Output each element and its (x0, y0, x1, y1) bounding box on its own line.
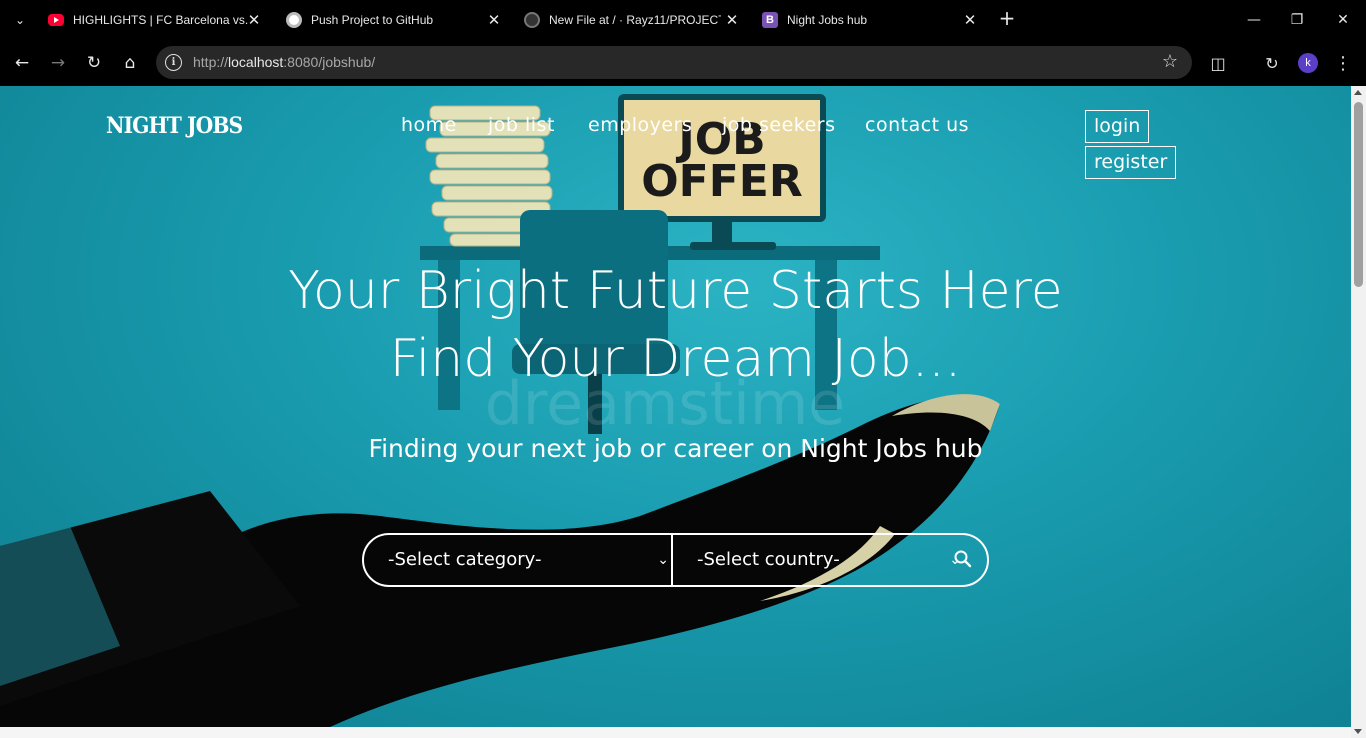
monitor-base (690, 242, 776, 250)
menu-kebab-icon[interactable]: ⋮ (1332, 50, 1354, 76)
page-viewport: JOB OFFER dreamstime NIGHT JOBS home job… (0, 86, 1351, 738)
close-icon[interactable]: ✕ (960, 10, 980, 30)
job-search-form: -Select category- ⌄ -Select country- ⌄ (362, 533, 989, 587)
tab-chatgpt[interactable]: Push Project to GitHub ✕ (286, 4, 504, 36)
tab-youtube[interactable]: HIGHLIGHTS | FC Barcelona vs. I ✕ (48, 4, 264, 36)
url-path: :8080/jobshub/ (283, 54, 376, 70)
extension-sync-icon[interactable]: ↻ (1259, 50, 1285, 76)
hero-background: JOB OFFER dreamstime (0, 86, 1351, 727)
country-select[interactable]: -Select country- ⌄ (673, 535, 961, 585)
address-bar[interactable]: i http://localhost:8080/jobshub/ ☆ (156, 46, 1192, 79)
search-icon[interactable] (953, 549, 973, 569)
tab-title: Night Jobs hub (787, 13, 868, 27)
chevron-down-icon: ⌄ (657, 552, 669, 568)
poster-line2: OFFER (641, 156, 802, 207)
youtube-icon (48, 14, 64, 26)
nav-job-list[interactable]: job list (488, 114, 555, 136)
nav-contact-us[interactable]: contact us (865, 114, 969, 136)
hero-headline-line1: Your Bright Future Starts Here (288, 261, 1063, 321)
category-select[interactable]: -Select category- ⌄ (364, 535, 673, 585)
register-button[interactable]: register (1085, 146, 1177, 179)
new-tab-button[interactable]: + (996, 8, 1018, 30)
scroll-up-icon[interactable] (1354, 90, 1362, 95)
category-select-value: -Select category- (388, 549, 542, 570)
bookmark-star-icon[interactable]: ☆ (1162, 51, 1178, 72)
site-logo[interactable]: NIGHT JOBS (106, 113, 243, 139)
login-button[interactable]: login (1085, 110, 1150, 143)
home-icon[interactable]: ⌂ (117, 50, 143, 76)
tab-title: HIGHLIGHTS | FC Barcelona vs. I (73, 13, 251, 27)
close-icon[interactable]: ✕ (244, 10, 264, 30)
country-select-value: -Select country- (697, 549, 840, 570)
tab-title: New File at / · Rayz11/PROJECT- (549, 13, 721, 27)
forward-arrow-icon[interactable]: → (45, 50, 71, 76)
reload-icon[interactable]: ↻ (81, 50, 107, 76)
profile-avatar[interactable]: k (1298, 53, 1318, 73)
restore-icon[interactable]: ❐ (1283, 6, 1311, 34)
page-below-hero (0, 727, 1351, 738)
tab-github[interactable]: New File at / · Rayz11/PROJECT- ✕ (524, 4, 742, 36)
url-scheme: http:// (193, 54, 229, 70)
nav-home[interactable]: home (401, 114, 457, 136)
back-arrow-icon[interactable]: ← (9, 50, 35, 76)
tab-strip: ⌄ HIGHLIGHTS | FC Barcelona vs. I ✕ Push… (0, 0, 1366, 40)
scroll-down-icon[interactable] (1354, 729, 1362, 734)
monitor-stand (712, 222, 732, 242)
page-scrollbar[interactable] (1351, 86, 1366, 738)
nav-job-seekers[interactable]: job seekers (722, 114, 836, 136)
extensions-puzzle-icon[interactable]: ◫ (1205, 50, 1231, 76)
chatgpt-icon (286, 12, 302, 28)
hero-subheadline: Finding your next job or career on Night… (368, 434, 983, 463)
window-close-icon[interactable]: ✕ (1329, 6, 1357, 34)
site-info-icon[interactable]: i (165, 54, 182, 71)
tab-night-jobs[interactable]: B Night Jobs hub ✕ (762, 4, 980, 36)
bootstrap-icon: B (762, 12, 778, 28)
tab-search-icon[interactable]: ⌄ (8, 8, 32, 32)
minimize-icon[interactable]: — (1240, 6, 1268, 34)
hero-headline-line2: Find Your Dream Job... (389, 329, 962, 389)
url-host: localhost (228, 54, 284, 70)
close-icon[interactable]: ✕ (722, 10, 742, 30)
hero-illustration: JOB OFFER dreamstime (0, 94, 1000, 727)
github-icon (524, 12, 540, 28)
url-text[interactable]: http://localhost:8080/jobshub/ (193, 54, 375, 70)
nav-employers[interactable]: employers (588, 114, 692, 136)
close-icon[interactable]: ✕ (484, 10, 504, 30)
tab-title: Push Project to GitHub (311, 13, 434, 27)
scrollbar-thumb[interactable] (1354, 102, 1363, 287)
browser-toolbar: ← → ↻ ⌂ i http://localhost:8080/jobshub/… (0, 40, 1366, 86)
